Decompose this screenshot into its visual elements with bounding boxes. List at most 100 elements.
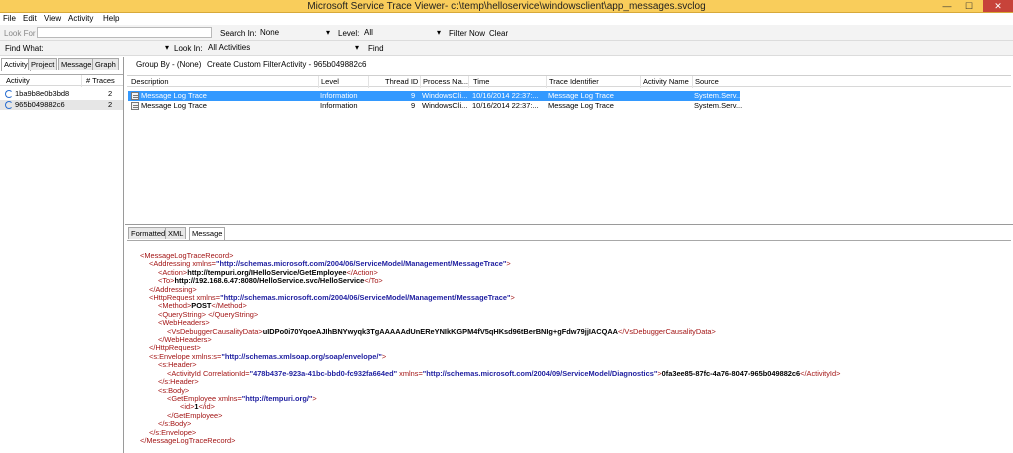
menu-view[interactable]: View: [44, 14, 61, 23]
find-what-label: Find What:: [5, 44, 44, 53]
xml-line: <To>http://192.168.6.47:8080/HelloServic…: [140, 277, 840, 285]
xml-line: </GetEmployee>: [140, 411, 840, 420]
search-in-dropdown[interactable]: None: [256, 27, 333, 38]
filter-now-button[interactable]: Filter Now: [449, 29, 485, 38]
level-dropdown[interactable]: All: [360, 27, 444, 38]
xml-attr-value: "http://tempuri.org/": [241, 393, 313, 403]
trace-row-selected[interactable]: Message Log Trace Information 9 WindowsC…: [128, 91, 743, 101]
look-for-input[interactable]: [37, 27, 212, 38]
detail-tabs: Formatted XML Message: [128, 227, 328, 240]
xml-line: </s:Header>: [140, 377, 840, 386]
message-xml-view: <MessageLogTraceRecord> <Addressing xmlns…: [140, 251, 841, 445]
activity-trace-count: 2: [108, 100, 113, 109]
column-traces[interactable]: # Traces: [84, 75, 122, 87]
create-custom-filter-button[interactable]: Create Custom Filter: [207, 60, 281, 69]
activity-row-selected[interactable]: 965b049882c6 2: [0, 100, 123, 110]
find-toolbar: Find What: Look In: All Activities Find: [0, 41, 1013, 56]
column-time[interactable]: Time: [471, 76, 547, 88]
xml-line: <s:Envelope xmlns:s="http://schemas.xmls…: [140, 351, 840, 361]
tab-formatted[interactable]: Formatted: [128, 227, 169, 239]
find-what-input[interactable]: [44, 42, 172, 53]
xml-attr-value: "http://schemas.xmlsoap.org/soap/envelop…: [221, 351, 382, 361]
xml-tag: >: [381, 351, 387, 361]
xml-tag: </MessageLogTraceRecord>: [140, 435, 236, 445]
group-by-dropdown[interactable]: Group By - (None): [136, 60, 201, 69]
xml-attr-value: "http://schemas.microsoft.com/2004/09/Se…: [422, 368, 658, 378]
title-bar: Microsoft Service Trace Viewer- c:\temp\…: [0, 0, 1013, 13]
column-process-name[interactable]: Process Na...: [421, 76, 469, 88]
tab-graph[interactable]: Graph: [92, 58, 119, 70]
xml-text: 0fa3ee85-87fc-4a76-8047-965b049882c6: [661, 368, 801, 378]
activity-icon: [5, 101, 13, 109]
column-level[interactable]: Level: [319, 76, 369, 88]
trace-time: 10/16/2014 22:37:...: [472, 101, 539, 110]
tab-message-view[interactable]: Message: [189, 227, 226, 240]
xml-tag: </VsDebuggerCausalityData>: [618, 326, 716, 336]
tab-xml[interactable]: XML: [165, 227, 187, 239]
window-title: Microsoft Service Trace Viewer- c:\temp\…: [307, 1, 706, 12]
activity-icon: [5, 90, 13, 98]
menu-help[interactable]: Help: [103, 14, 119, 23]
column-activity[interactable]: Activity: [4, 75, 82, 87]
xml-line: </WebHeaders>: [140, 335, 840, 344]
trace-row[interactable]: Message Log Trace Information 9 WindowsC…: [128, 101, 743, 111]
look-in-label: Look In:: [174, 44, 203, 53]
trace-description: Message Log Trace: [141, 101, 207, 110]
look-for-label: Look For: [4, 29, 36, 38]
trace-identifier: Message Log Trace: [548, 91, 614, 100]
find-button[interactable]: Find: [368, 44, 384, 53]
menu-activity[interactable]: Activity: [68, 14, 93, 23]
close-button[interactable]: ✕: [983, 0, 1013, 12]
message-trace-icon: [131, 102, 139, 110]
search-toolbar: Look For Search In: None Level: All Filt…: [0, 25, 1013, 41]
xml-line: <id>1</id>: [140, 403, 840, 411]
minimize-button[interactable]: —: [936, 0, 958, 12]
column-activity-name[interactable]: Activity Name: [641, 76, 693, 88]
xml-text: uIDPo0i70YqoeAJIhBNYwyqk3TgAAAAAdUnEReYN…: [262, 326, 619, 336]
trace-thread-id: 9: [411, 91, 416, 100]
detail-panel: Formatted XML Message <MessageLogTraceRe…: [125, 226, 1013, 453]
activity-panel: Activity Project Message Graph Activity …: [0, 57, 124, 453]
activity-row[interactable]: 1ba9b8e0b3bd8 2: [0, 89, 123, 99]
trace-process: WindowsCli...: [422, 101, 468, 110]
look-in-dropdown[interactable]: All Activities: [204, 42, 362, 53]
column-description[interactable]: Description: [129, 76, 319, 88]
xml-tag: </ActivityId>: [800, 368, 841, 378]
xml-tag: xmlns=: [397, 368, 423, 378]
tab-message[interactable]: Message: [58, 58, 95, 70]
menu-edit[interactable]: Edit: [23, 14, 37, 23]
xml-line: <GetEmployee xmlns="http://tempuri.org/"…: [140, 393, 840, 403]
trace-level: Information: [320, 91, 358, 100]
search-in-label: Search In:: [220, 29, 257, 38]
activity-name: 965b049882c6: [15, 100, 65, 109]
trace-description: Message Log Trace: [141, 91, 207, 100]
clear-button[interactable]: Clear: [489, 29, 508, 38]
column-source[interactable]: Source: [693, 76, 741, 88]
current-activity-label: Activity - 965b049882c6: [281, 60, 367, 69]
maximize-button[interactable]: ☐: [958, 0, 980, 12]
activity-trace-count: 2: [108, 89, 113, 98]
xml-line: <ActivityId CorrelationId="478b437e-923a…: [140, 368, 841, 378]
left-tabs: Activity Project Message Graph: [1, 58, 123, 71]
tab-divider: [127, 240, 1011, 241]
xml-line: </s:Body>: [140, 419, 840, 428]
xml-line: </MessageLogTraceRecord>: [140, 435, 840, 445]
xml-line: <QueryString> </QueryString>: [140, 310, 840, 319]
activity-list-header: Activity # Traces: [0, 74, 123, 87]
trace-source: System.Serv...: [694, 101, 743, 110]
tab-activity[interactable]: Activity: [1, 58, 31, 71]
trace-process: WindowsCli...: [422, 91, 468, 100]
trace-identifier: Message Log Trace: [548, 101, 614, 110]
message-trace-icon: [131, 92, 139, 100]
tab-project[interactable]: Project: [28, 58, 58, 70]
activity-name: 1ba9b8e0b3bd8: [15, 89, 70, 98]
xml-tag: >: [510, 293, 515, 303]
column-thread-id[interactable]: Thread ID: [383, 76, 421, 88]
trace-list-panel: Group By - (None) Create Custom Filter A…: [125, 57, 1013, 225]
xml-tag: </To>: [364, 276, 383, 286]
menu-file[interactable]: File: [3, 14, 16, 23]
column-trace-identifier[interactable]: Trace Identifier: [547, 76, 641, 88]
xml-line: <VsDebuggerCausalityData>uIDPo0i70YqoeAJ…: [140, 326, 840, 336]
trace-source: System.Serv...: [694, 91, 743, 100]
trace-list-header: Description Level Thread ID Process Na..…: [127, 75, 1011, 88]
